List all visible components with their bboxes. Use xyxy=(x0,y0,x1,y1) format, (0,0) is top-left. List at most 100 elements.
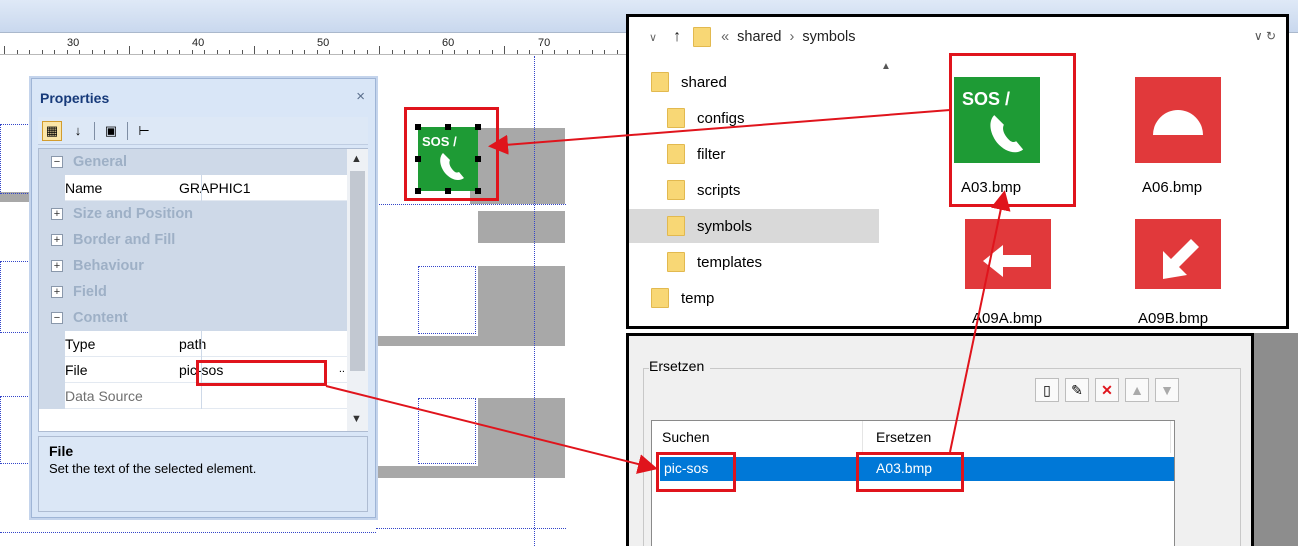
category-general[interactable]: − General xyxy=(39,149,347,175)
tree-icon[interactable]: ⊢ xyxy=(134,121,154,141)
tree-scrollbar[interactable]: ▲ xyxy=(881,57,895,329)
ruler-tick xyxy=(591,50,593,54)
property-type[interactable]: Type path xyxy=(39,331,347,357)
categorized-icon[interactable]: ▦ xyxy=(42,120,62,141)
column-header[interactable]: Suchen xyxy=(662,429,709,445)
sort-alphabetical-icon[interactable]: ↓ xyxy=(68,121,88,141)
up-arrow-icon[interactable]: ↑ xyxy=(673,28,681,46)
ruler-tick xyxy=(141,50,143,54)
tree-item[interactable]: scripts xyxy=(667,173,871,207)
ruler-tick xyxy=(79,50,80,54)
folder-icon xyxy=(667,252,685,272)
guide-line xyxy=(376,204,566,205)
category-border-fill[interactable]: + Border and Fill xyxy=(39,227,347,253)
folder-icon xyxy=(667,144,685,164)
report-field[interactable] xyxy=(418,398,476,464)
expand-icon[interactable]: + xyxy=(51,208,63,220)
tree-item-label: symbols xyxy=(697,217,753,235)
ruler-tick xyxy=(479,50,480,54)
resize-handle[interactable] xyxy=(475,188,481,194)
scroll-up-icon[interactable]: ▲ xyxy=(351,153,362,165)
category-field[interactable]: + Field xyxy=(39,279,347,305)
address-bar[interactable]: ∨ ↑ « shared › symbols ∨ ↻ xyxy=(629,17,1286,57)
category-behaviour[interactable]: + Behaviour xyxy=(39,253,347,279)
column-header[interactable]: Ersetzen xyxy=(876,429,931,445)
ruler-tick xyxy=(129,46,130,54)
sos-graphic-element[interactable]: SOS / xyxy=(418,127,478,191)
ruler-tick xyxy=(341,50,343,54)
file-name[interactable]: A09B.bmp xyxy=(1138,310,1208,327)
collapse-icon[interactable]: − xyxy=(51,312,63,324)
report-field[interactable] xyxy=(418,266,476,334)
ruler-tick xyxy=(304,50,305,54)
background-gray xyxy=(1252,333,1298,546)
category-label: Content xyxy=(73,310,128,326)
breadcrumb-overflow[interactable]: « xyxy=(721,29,729,45)
resize-handle[interactable] xyxy=(445,188,451,194)
category-size-position[interactable]: + Size and Position xyxy=(39,201,347,227)
folder-icon xyxy=(667,180,685,200)
save-icon[interactable]: ▣ xyxy=(101,121,121,141)
category-label: Behaviour xyxy=(73,258,144,274)
refresh-icon[interactable]: ∨ ↻ xyxy=(1254,29,1276,43)
arrow-left-icon[interactable] xyxy=(965,219,1051,289)
delete-icon[interactable]: ✕ xyxy=(1095,378,1119,402)
horizontal-ruler: 30 40 50 60 70 xyxy=(0,33,640,55)
property-data-source[interactable]: Data Source xyxy=(39,383,347,409)
folder-icon xyxy=(667,216,685,236)
toolbar-separator xyxy=(94,121,95,140)
file-name[interactable]: A09A.bmp xyxy=(972,310,1042,327)
category-content[interactable]: − Content xyxy=(39,305,347,331)
report-field[interactable] xyxy=(0,261,32,333)
arrow-down-left-icon[interactable] xyxy=(1135,219,1221,289)
ruler-label: 70 xyxy=(538,37,551,49)
tree-item-selected[interactable]: symbols xyxy=(629,209,879,243)
breadcrumb-item[interactable]: shared xyxy=(737,29,781,45)
resize-handle[interactable] xyxy=(475,156,481,162)
report-field[interactable] xyxy=(0,124,32,194)
breadcrumb-item[interactable]: symbols xyxy=(802,29,855,45)
resize-handle[interactable] xyxy=(415,188,421,194)
ruler-tick xyxy=(266,50,268,54)
move-down-icon[interactable]: ▼ xyxy=(1155,378,1179,402)
tree-item[interactable]: temp xyxy=(651,281,871,315)
ruler-tick xyxy=(416,50,418,54)
ruler-tick xyxy=(54,50,55,54)
edit-entry-icon[interactable]: ✎ xyxy=(1065,378,1089,402)
ellipsis-button[interactable]: .. xyxy=(339,363,345,375)
resize-handle[interactable] xyxy=(415,124,421,130)
ruler-tick xyxy=(466,50,468,54)
new-entry-icon[interactable]: ▯ xyxy=(1035,378,1059,402)
close-icon[interactable]: × xyxy=(356,88,365,105)
resize-handle[interactable] xyxy=(475,124,481,130)
file-name[interactable]: A06.bmp xyxy=(1142,179,1202,196)
category-label: General xyxy=(73,154,127,170)
ruler-tick xyxy=(491,50,493,54)
resize-handle[interactable] xyxy=(415,156,421,162)
scroll-down-icon[interactable]: ▼ xyxy=(351,413,362,425)
ruler-label: 60 xyxy=(442,37,455,49)
band xyxy=(478,266,565,336)
description-title: File xyxy=(49,443,74,459)
collapse-icon[interactable]: − xyxy=(51,156,63,168)
highlight-frame-replace xyxy=(856,452,964,492)
folder-icon xyxy=(667,108,685,128)
report-field[interactable] xyxy=(0,396,32,464)
expand-icon[interactable]: + xyxy=(51,260,63,272)
tree-item[interactable]: configs xyxy=(667,101,871,135)
expand-icon[interactable]: + xyxy=(51,286,63,298)
tree-item[interactable]: templates xyxy=(667,245,871,279)
tree-item[interactable]: shared xyxy=(651,65,871,99)
property-grid-scrollbar[interactable]: ▲ ▼ xyxy=(347,149,368,431)
scroll-up-icon[interactable]: ▲ xyxy=(881,61,891,72)
tree-item[interactable]: filter xyxy=(667,137,871,171)
resize-handle[interactable] xyxy=(445,124,451,130)
move-up-icon[interactable]: ▲ xyxy=(1125,378,1149,402)
expand-icon[interactable]: + xyxy=(51,234,63,246)
band xyxy=(376,466,565,478)
folder-icon xyxy=(651,288,669,308)
semicircle-icon[interactable] xyxy=(1135,77,1221,163)
chevron-down-icon[interactable]: ∨ xyxy=(649,31,657,44)
scroll-thumb[interactable] xyxy=(350,171,365,371)
property-name[interactable]: Name GRAPHIC1 xyxy=(39,175,347,201)
